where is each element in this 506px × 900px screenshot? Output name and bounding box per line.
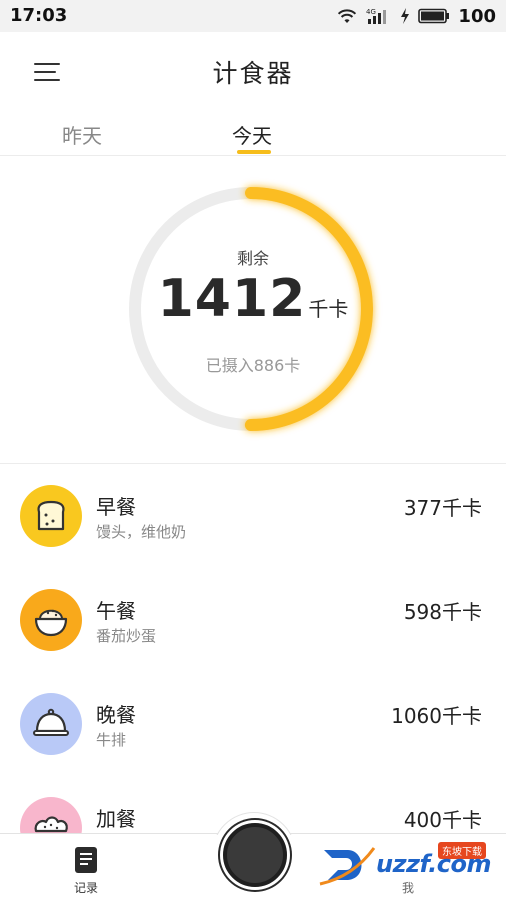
signal-icon: 4G bbox=[366, 8, 387, 24]
calorie-summary: 剩余 1412 千卡 已摄入886卡 bbox=[0, 157, 506, 464]
remaining-unit: 千卡 bbox=[308, 297, 349, 321]
status-time: 17:03 bbox=[10, 5, 68, 26]
meal-kcal: 598千卡 bbox=[403, 600, 482, 624]
record-button-core bbox=[223, 823, 287, 887]
battery-icon bbox=[418, 8, 450, 24]
meal-foods: 番茄炒蛋 bbox=[96, 627, 157, 645]
notebook-icon bbox=[75, 847, 97, 873]
meal-foods: 馒头，维他奶 bbox=[96, 523, 187, 541]
record-button[interactable] bbox=[211, 812, 299, 899]
status-icons: 4G 100 bbox=[336, 4, 496, 28]
bowl-icon bbox=[20, 589, 82, 651]
app-header: 计食器 bbox=[0, 32, 506, 110]
tab-today[interactable]: 今天 bbox=[232, 120, 272, 149]
meal-name: 加餐 bbox=[96, 807, 136, 831]
active-tab-indicator bbox=[237, 150, 271, 154]
intake-text: 已摄入886卡 bbox=[205, 356, 301, 375]
page-title: 计食器 bbox=[212, 59, 294, 88]
remaining-value: 1412 bbox=[157, 269, 307, 329]
watermark-text: uzzf.com bbox=[376, 850, 492, 878]
meal-foods: 牛排 bbox=[96, 731, 127, 749]
nav-records[interactable]: 记录 bbox=[46, 834, 126, 900]
charging-icon bbox=[401, 8, 410, 24]
toast-icon bbox=[20, 485, 82, 547]
meal-kcal: 400千卡 bbox=[403, 808, 482, 832]
meal-item-lunch[interactable]: 午餐 番茄炒蛋 598千卡 bbox=[0, 569, 506, 673]
watermark-swoosh-icon bbox=[319, 847, 376, 886]
meal-name: 晚餐 bbox=[96, 703, 136, 727]
remaining-value-row: 1412 千卡 bbox=[0, 269, 506, 329]
day-tabs: 昨天 今天 bbox=[0, 110, 506, 156]
nav-records-label: 记录 bbox=[73, 881, 98, 895]
remaining-label: 剩余 bbox=[236, 249, 269, 268]
watermark-logo: 东坡下载 uzzf.com bbox=[318, 840, 502, 888]
meal-icon-breakfast bbox=[20, 485, 82, 547]
tab-yesterday[interactable]: 昨天 bbox=[62, 120, 102, 149]
meal-icon-dinner bbox=[20, 693, 82, 755]
meal-name: 早餐 bbox=[96, 495, 136, 519]
meal-name: 午餐 bbox=[96, 599, 136, 623]
meal-kcal: 1060千卡 bbox=[391, 704, 482, 728]
meal-item-dinner[interactable]: 晚餐 牛排 1060千卡 bbox=[0, 673, 506, 777]
meal-icon-lunch bbox=[20, 589, 82, 651]
wifi-icon bbox=[338, 9, 357, 23]
cloche-icon bbox=[20, 693, 82, 755]
battery-level: 100 bbox=[458, 5, 496, 27]
meal-kcal: 377千卡 bbox=[403, 496, 482, 520]
status-bar: 17:03 4G 100 bbox=[0, 0, 506, 32]
meal-item-breakfast[interactable]: 早餐 馒头，维他奶 377千卡 bbox=[0, 465, 506, 569]
network-type-label: 4G bbox=[366, 8, 376, 16]
